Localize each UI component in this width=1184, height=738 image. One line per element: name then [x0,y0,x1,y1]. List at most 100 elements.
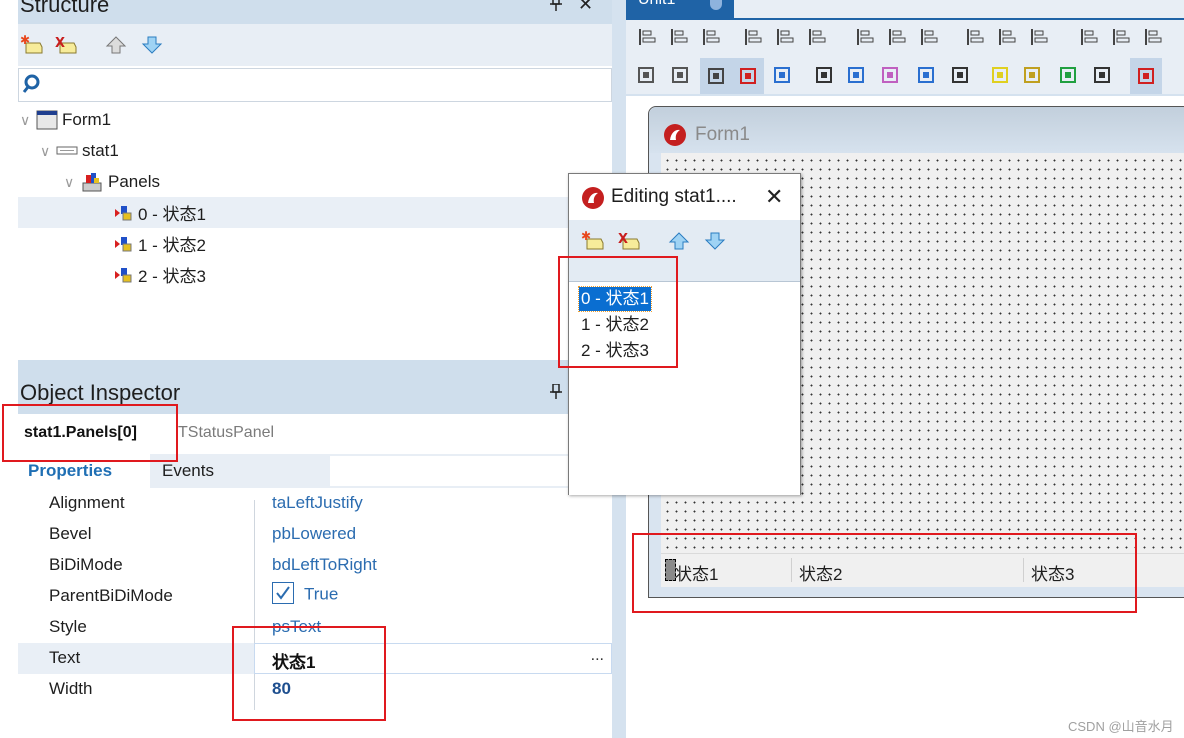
status-panel-1[interactable]: 状态2 [799,560,842,584]
move-up-icon[interactable] [104,34,128,56]
chevron-down-icon[interactable]: ∨ [20,113,34,127]
panel-item-icon [115,205,132,220]
view-as-text-icon[interactable] [1090,63,1114,87]
move-down-icon[interactable] [703,230,727,252]
grid-icon[interactable] [1142,25,1166,49]
object-name: stat1.Panels[0] [24,424,137,441]
left-panes: Structure ✕ ✱ X ∨ Form1 ∨ stat1 ∨ Panels… [0,0,612,738]
add-new-icon[interactable]: ✱ [581,230,605,252]
tab-order-icon[interactable] [812,63,836,87]
pin-icon[interactable] [550,383,562,405]
svg-text:✱: ✱ [581,231,591,243]
panel-item-icon [115,267,132,282]
increase-space-icon[interactable] [1078,25,1102,49]
statusbar-icon [56,146,78,154]
panels-list: 0 - 状态1 1 - 状态2 2 - 状态3 [569,283,800,495]
panel-separator [1023,558,1024,582]
tree-node-panels[interactable]: ∨ Panels [18,166,612,197]
tab-strip [734,0,1184,18]
property-row-parentbidimode[interactable]: ParentBiDiMode True [18,581,612,612]
bind-icon[interactable] [1056,63,1080,87]
list-item[interactable]: 2 - 状态3 [579,339,651,363]
parentbidimode-checkbox[interactable] [272,582,294,604]
pin-icon[interactable] [550,0,562,17]
status-panel-0[interactable]: 状态1 [675,560,718,584]
align-right-icon[interactable] [668,25,692,49]
space-equal-h2-icon[interactable] [886,25,910,49]
delete-icon[interactable]: X [54,34,78,56]
object-selector[interactable]: stat1.Panels[0] TStatusPanel [18,414,612,454]
object-inspector-title: Object Inspector [20,380,181,405]
list-item[interactable]: 0 - 状态1 [577,286,653,312]
tree-node-form1[interactable]: ∨ Form1 [18,104,612,135]
structure-header: Structure ✕ [18,0,612,24]
form-icon [36,110,58,129]
svg-text:X: X [618,232,628,247]
modified-indicator-icon [710,0,722,10]
property-row-text[interactable]: Text 状态1 ... [18,643,612,674]
size-to-grid-icon[interactable] [634,63,658,87]
tree-node-panel-1[interactable]: 1 - 状态2 [18,228,612,259]
tree-node-panel-2[interactable]: 2 - 状态3 [18,259,612,290]
select-all-icon[interactable] [914,63,938,87]
align-toolbars [626,18,1184,94]
chevron-down-icon[interactable]: ∨ [64,175,78,189]
structure-title: Structure [20,0,110,17]
dialog-title-bar[interactable]: Editing stat1.... ✕ [569,174,800,220]
structure-toolbar: ✱ X [18,24,612,66]
text-value[interactable]: 状态1 [272,648,315,673]
dialog-title: Editing stat1.... [611,186,737,207]
space-equal-h-icon[interactable] [854,25,878,49]
creation-order-icon[interactable] [878,63,902,87]
svg-text:X: X [55,36,65,51]
panel-item-icon [115,236,132,251]
property-row-bidimode[interactable]: BiDiMode bdLeftToRight [18,550,612,581]
status-bar[interactable]: 状态1 状态2 状态3 [661,553,1184,587]
tab-properties[interactable]: Properties [18,454,150,488]
property-row-style[interactable]: Style psText [18,612,612,643]
guidelines-icon[interactable] [732,58,764,94]
property-row-width[interactable]: Width 80 [18,674,612,705]
copy-icon[interactable] [844,63,868,87]
list-item[interactable]: 1 - 状态2 [579,313,651,337]
snap-icon[interactable] [700,58,732,94]
align-center-h-icon[interactable] [700,25,724,49]
property-row-alignment[interactable]: Alignment taLeftJustify [18,488,612,519]
space-equal-v2-icon[interactable] [996,25,1020,49]
property-row-bevel[interactable]: Bevel pbLowered [18,519,612,550]
align-bottom-icon[interactable] [774,25,798,49]
decrease-v-space-icon[interactable] [1028,25,1052,49]
align-top-icon[interactable] [742,25,766,49]
decrease-space-icon[interactable] [1110,25,1134,49]
align-center-v-icon[interactable] [806,25,830,49]
scale-icon[interactable] [948,63,972,87]
delete-icon[interactable]: X [617,230,641,252]
space-equal-v-icon[interactable] [964,25,988,49]
move-up-icon[interactable] [667,230,691,252]
close-button[interactable]: ✕ [765,184,783,210]
close-icon[interactable]: ✕ [578,0,593,15]
dialog-toolbar: ✱ X [569,220,800,260]
lock-controls-icon[interactable] [770,63,794,87]
watermark: CSDN @山音水月 [1068,719,1174,734]
flip-icon[interactable] [988,63,1012,87]
tool-icon[interactable] [1020,63,1044,87]
add-new-icon[interactable]: ✱ [20,34,44,56]
tree-node-panel-0[interactable]: 0 - 状态1 [18,197,612,228]
ellipsis-button[interactable]: ... [591,647,604,665]
anchor-icon[interactable] [1130,58,1162,94]
delphi-logo-icon [582,187,604,209]
structure-search-input[interactable] [18,68,612,102]
form1-title-bar[interactable]: Form1 [649,107,1184,153]
align-toolbar-row [626,20,1184,56]
increase-h-space-icon[interactable] [918,25,942,49]
move-down-icon[interactable] [140,34,164,56]
status-panel-2[interactable]: 状态3 [1031,560,1074,584]
chevron-down-icon[interactable]: ∨ [40,144,54,158]
align-left-icon[interactable] [636,25,660,49]
search-icon [22,74,40,93]
align-to-grid-icon[interactable] [668,63,692,87]
tab-events[interactable]: Events [152,454,224,488]
tree-node-stat1[interactable]: ∨ stat1 [18,135,612,166]
tab-unit1[interactable]: Unit1 [626,0,734,18]
